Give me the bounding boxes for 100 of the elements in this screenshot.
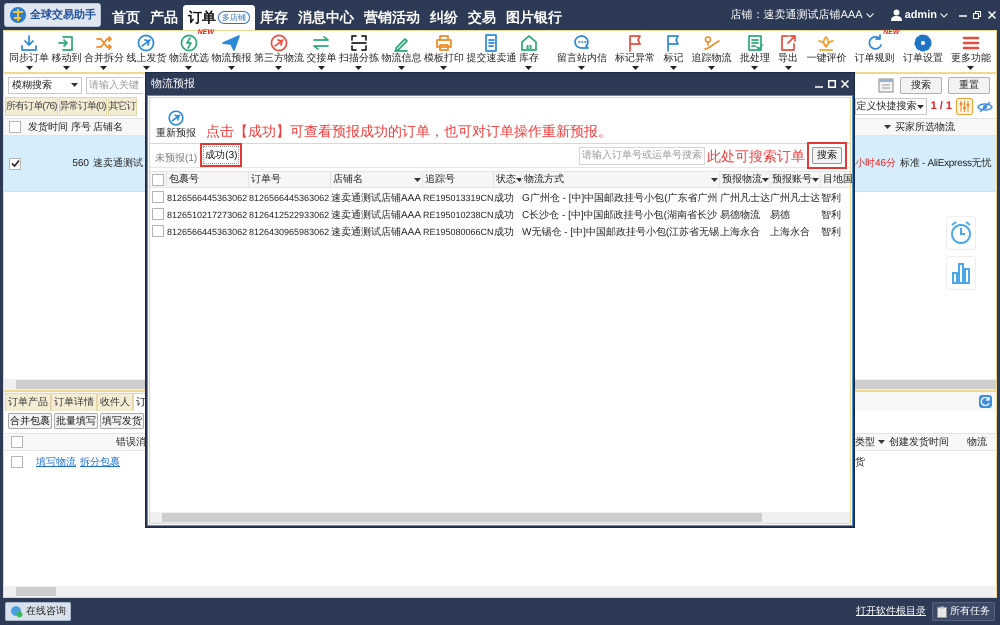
user-name[interactable]: admin	[904, 6, 937, 24]
alarm-clock-icon[interactable]	[946, 216, 976, 250]
column-header[interactable]: 买家所选物流	[895, 120, 955, 134]
toolbar-button[interactable]: 一键评价	[805, 33, 848, 70]
column-header[interactable]: 物流方式	[524, 172, 718, 187]
eye-off-icon[interactable]	[977, 100, 993, 112]
search-button[interactable]: 重置	[948, 76, 990, 94]
filter-sliders-icon[interactable]	[956, 98, 973, 115]
toolbar-button[interactable]: 更多功能	[950, 33, 992, 70]
nav-tab[interactable]: 首页	[107, 5, 145, 30]
action-button[interactable]: 填写发货	[100, 413, 144, 429]
checkbox[interactable]	[152, 190, 164, 202]
close-icon[interactable]	[988, 11, 996, 19]
toolbar-button[interactable]: 订单规则	[854, 33, 896, 70]
column-header[interactable]: 目地国	[823, 172, 853, 187]
checkbox[interactable]	[9, 121, 21, 133]
tasks-button[interactable]: 所有任务	[932, 602, 995, 621]
column-header[interactable]: 状态	[496, 172, 523, 187]
column-header[interactable]: 订单号	[251, 172, 329, 187]
link[interactable]: 填写物流	[36, 454, 76, 470]
search-button[interactable]: 搜索	[812, 147, 842, 164]
calendar-icon[interactable]	[878, 77, 894, 93]
toolbar-button[interactable]: 标记	[662, 33, 684, 70]
toolbar-button[interactable]: 交接单	[305, 33, 338, 70]
close-icon[interactable]	[841, 80, 849, 88]
column-header[interactable]: 类型	[855, 434, 885, 450]
action-button[interactable]: 合并包裹	[8, 413, 52, 429]
shop-label[interactable]: 店铺：速卖通测试店铺AAA	[730, 6, 863, 24]
toolbar-button[interactable]: 留言站内信	[556, 33, 608, 70]
nav-tab[interactable]: 产品	[145, 5, 183, 30]
toolbar-button[interactable]: 模板打印	[422, 33, 465, 70]
toolbar-button[interactable]: 追踪物流	[690, 33, 733, 70]
toolbar-button[interactable]: 第三方物流	[252, 33, 305, 70]
nav-tab[interactable]: 图片银行	[501, 5, 567, 30]
scrollbar[interactable]	[150, 512, 850, 523]
toolbar-button[interactable]: 扫描分拣	[338, 33, 380, 70]
nav-tab[interactable]: 交易	[463, 5, 501, 30]
detail-tab[interactable]: 收件人	[97, 393, 133, 411]
link[interactable]: 拆分包裹	[80, 454, 120, 470]
column-header[interactable]: 预报物流	[722, 172, 769, 187]
nav-tab[interactable]: 消息中心	[293, 5, 359, 30]
nav-tab[interactable]: 订单 多店铺	[183, 5, 255, 30]
toolbar-button[interactable]: 标记异常	[614, 33, 656, 70]
column-header[interactable]: 店铺名	[333, 172, 421, 187]
column-header[interactable]: 序号	[71, 122, 91, 132]
chevron-down-icon[interactable]	[866, 12, 874, 18]
reforecast-button[interactable]: 重新预报	[156, 109, 196, 140]
open-folder-link[interactable]: 打开软件根目录	[856, 604, 926, 619]
restore-icon[interactable]	[973, 11, 981, 19]
detail-tab[interactable]: 订单详情	[51, 393, 97, 411]
order-filter-tab[interactable]: 其它订	[108, 97, 137, 116]
toolbar-button[interactable]: 线上发货	[125, 33, 168, 70]
maximize-icon[interactable]	[828, 80, 836, 88]
bar-chart-icon[interactable]	[946, 256, 976, 290]
column-header[interactable]: 追踪号	[425, 172, 492, 187]
scrollbar-thumb[interactable]	[162, 513, 762, 522]
column-header[interactable]: 创建发货时间	[889, 434, 949, 450]
toolbar-button[interactable]: 提交速卖通	[465, 33, 518, 70]
search-field[interactable]: 请输入订单号或运单号搜索	[579, 146, 705, 164]
quick-search-select[interactable]: 定义快捷搜索	[854, 98, 927, 115]
column-header[interactable]: 店铺名	[93, 122, 123, 132]
toolbar-button[interactable]: 合并拆分	[82, 33, 125, 70]
toolbar-button[interactable]: 批处理	[738, 33, 771, 70]
refresh-icon[interactable]	[979, 395, 992, 408]
action-button[interactable]: 批量填写	[54, 413, 98, 429]
order-filter-tab[interactable]: 异常订单(0)	[58, 97, 107, 116]
column-header[interactable]: 包裹号	[169, 172, 247, 187]
checkbox[interactable]	[11, 456, 23, 468]
status-tab[interactable]: 未预报(1)	[154, 149, 198, 167]
detail-tab[interactable]: 订单产品	[5, 393, 51, 411]
scrollbar-thumb[interactable]	[16, 587, 56, 596]
search-button[interactable]: 搜索	[900, 76, 942, 94]
online-consult-button[interactable]: 在线咨询	[5, 602, 71, 621]
nav-tab[interactable]: 库存	[255, 5, 293, 30]
toolbar-button[interactable]: 物流信息	[380, 33, 422, 70]
search-field[interactable]: 请输入关键	[86, 76, 143, 94]
checkbox[interactable]	[152, 224, 164, 236]
toolbar-button[interactable]: 移动到	[50, 33, 82, 70]
column-header[interactable]: 发货时间	[28, 122, 68, 132]
logo-button[interactable]: 全球交易助手	[4, 3, 101, 27]
checkbox[interactable]	[152, 208, 164, 220]
search-mode-select[interactable]: 模糊搜索	[8, 76, 82, 94]
status-tab[interactable]: 成功(3)	[203, 146, 240, 164]
chevron-down-icon[interactable]	[940, 12, 948, 18]
toolbar-button[interactable]: 库存	[518, 33, 540, 70]
toolbar-button[interactable]: 导出	[777, 33, 800, 70]
toolbar-button[interactable]: 物流预报	[210, 33, 252, 70]
nav-tab[interactable]: 纠纷	[425, 5, 463, 30]
order-filter-tab[interactable]: 所有订单(76)	[5, 97, 58, 116]
nav-tab[interactable]: 营销活动	[359, 5, 425, 30]
column-header[interactable]: 预报账号	[772, 172, 819, 187]
toolbar-button[interactable]: 物流优选	[168, 33, 210, 70]
toolbar-button[interactable]: 同步订单	[8, 33, 50, 70]
column-header[interactable]: 物流	[967, 434, 987, 450]
checkbox[interactable]	[11, 436, 23, 448]
scrollbar[interactable]	[4, 586, 996, 597]
table-cell: 智利	[821, 226, 841, 238]
checkbox[interactable]	[9, 158, 21, 170]
checkbox[interactable]	[152, 174, 164, 186]
toolbar-button[interactable]: 订单设置	[902, 33, 944, 70]
